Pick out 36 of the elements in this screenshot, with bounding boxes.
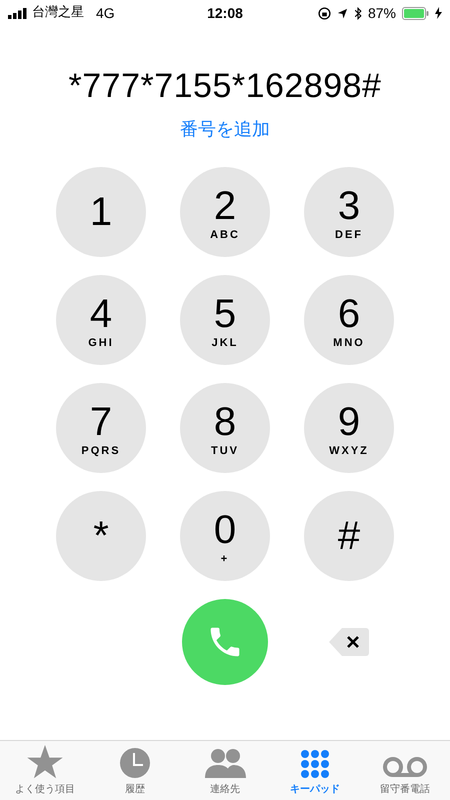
rotation-lock-icon	[318, 6, 331, 20]
dial-key[interactable]: 8 TUV	[180, 383, 270, 473]
battery-icon	[402, 6, 429, 20]
dial-key[interactable]: #	[304, 491, 394, 581]
tab-item[interactable]: 留守番電話	[360, 741, 450, 800]
bluetooth-icon	[354, 6, 362, 20]
dial-key[interactable]: 9 WXYZ	[304, 383, 394, 473]
dial-key[interactable]: 5 JKL	[180, 275, 270, 365]
delete-button[interactable]	[328, 627, 370, 657]
dial-key[interactable]: 1	[56, 167, 146, 257]
people-icon	[204, 747, 246, 779]
dial-key[interactable]: 7 PQRS	[56, 383, 146, 473]
dial-key[interactable]: *	[56, 491, 146, 581]
voicemail-icon	[382, 755, 428, 779]
location-icon	[336, 8, 348, 18]
clock-icon	[119, 747, 151, 779]
dial-key[interactable]: 3 DEF	[304, 167, 394, 257]
signal-icon	[8, 8, 28, 18]
dial-key[interactable]: 6 MNO	[304, 275, 394, 365]
dial-key[interactable]: 4 GHI	[56, 275, 146, 365]
add-number-link[interactable]: 番号を追加	[180, 116, 270, 143]
tab-item[interactable]: 履歴	[90, 741, 180, 800]
network-type: 4G	[96, 4, 115, 22]
tab-item[interactable]: よく使う項目	[0, 741, 90, 800]
charging-icon	[435, 7, 442, 19]
backspace-icon	[328, 627, 370, 657]
dialed-number: *777*7155*162898#	[68, 66, 382, 106]
carrier-name: 台灣之星	[32, 4, 84, 22]
tab-item[interactable]: 連絡先	[180, 741, 270, 800]
dial-key[interactable]: 2 ABC	[180, 167, 270, 257]
tab-item[interactable]: キーパッド	[270, 741, 360, 800]
dial-key[interactable]: 0 +	[180, 491, 270, 581]
star-icon	[27, 745, 63, 779]
battery-percent: 87%	[368, 4, 396, 22]
keypad-icon	[300, 749, 330, 779]
status-time: 12:08	[207, 4, 243, 22]
